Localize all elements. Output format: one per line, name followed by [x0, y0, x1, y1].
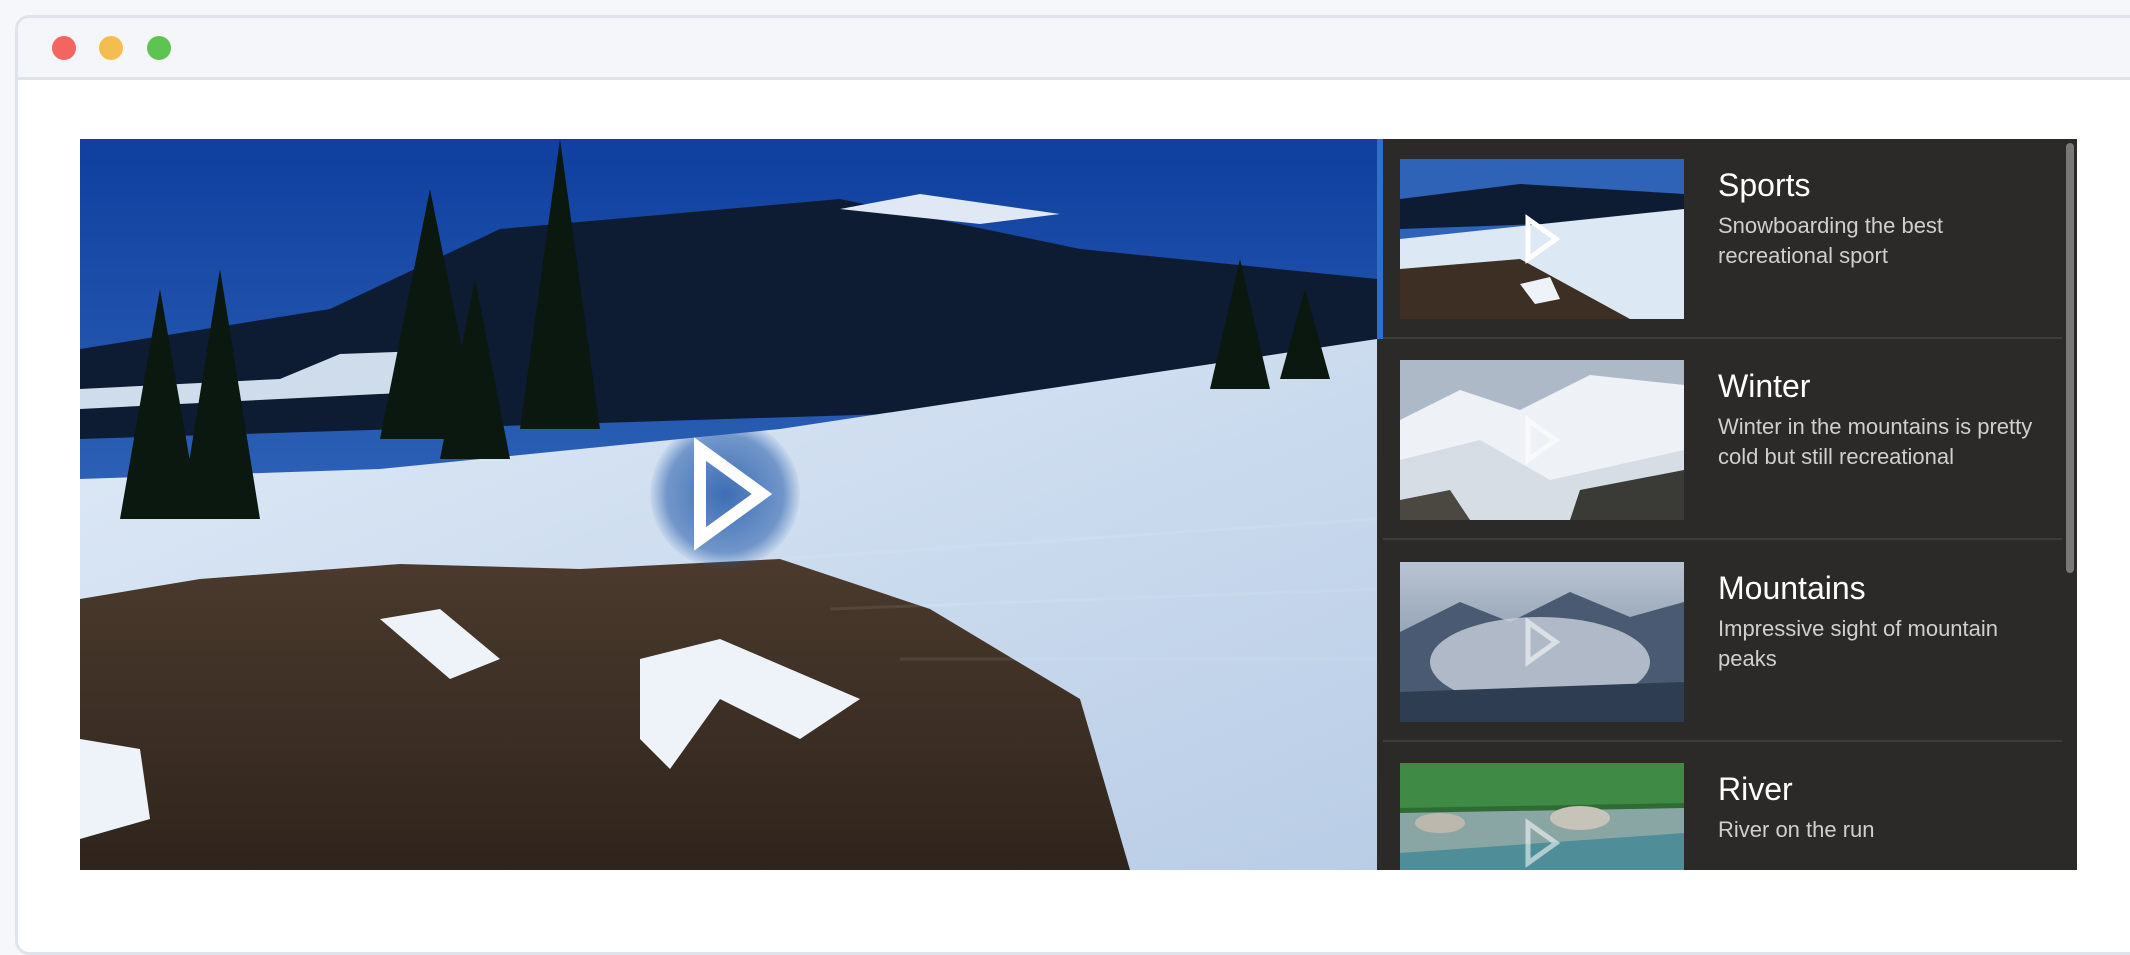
playlist-item-title: River [1718, 771, 1793, 807]
video-thumbnail[interactable] [1400, 763, 1684, 870]
divider [1383, 740, 2062, 742]
playlist: Sports Snowboarding the best recreationa… [1377, 139, 2077, 870]
play-icon [1525, 415, 1561, 465]
divider [1383, 337, 2062, 339]
play-icon [1525, 818, 1561, 868]
video-thumbnail[interactable] [1400, 360, 1684, 520]
playlist-item-winter[interactable]: Winter Winter in the mountains is pretty… [1377, 340, 2062, 540]
scrollbar-thumb[interactable] [2066, 143, 2074, 573]
playlist-scrollbar[interactable] [2062, 139, 2077, 870]
playlist-item-description: Winter in the mountains is pretty cold b… [1718, 414, 2033, 469]
playlist-item-description: Snowboarding the best recreational sport [1718, 213, 1944, 268]
play-button[interactable] [650, 419, 800, 569]
window-titlebar [18, 18, 2130, 80]
play-icon [694, 437, 773, 551]
playlist-item-sports[interactable]: Sports Snowboarding the best recreationa… [1377, 139, 2062, 339]
main-video[interactable] [80, 139, 1377, 870]
play-icon [1525, 617, 1561, 667]
maximize-window-button[interactable] [147, 36, 171, 60]
close-window-button[interactable] [52, 36, 76, 60]
video-thumbnail[interactable] [1400, 562, 1684, 722]
video-thumbnail[interactable] [1400, 159, 1684, 319]
minimize-window-button[interactable] [99, 36, 123, 60]
playlist-item-description: River on the run [1718, 817, 1875, 842]
playlist-item-title: Mountains [1718, 570, 1866, 606]
divider [1383, 538, 2062, 540]
playlist-item-description: Impressive sight of mountain peaks [1718, 616, 1999, 671]
play-icon [1525, 214, 1561, 264]
video-player: Sports Snowboarding the best recreationa… [80, 139, 2077, 870]
playlist-item-title: Sports [1718, 167, 1811, 203]
playlist-item-mountains[interactable]: Mountains Impressive sight of mountain p… [1377, 542, 2062, 742]
playlist-item-title: Winter [1718, 368, 1811, 404]
playlist-item-river[interactable]: River River on the run [1377, 743, 2062, 870]
